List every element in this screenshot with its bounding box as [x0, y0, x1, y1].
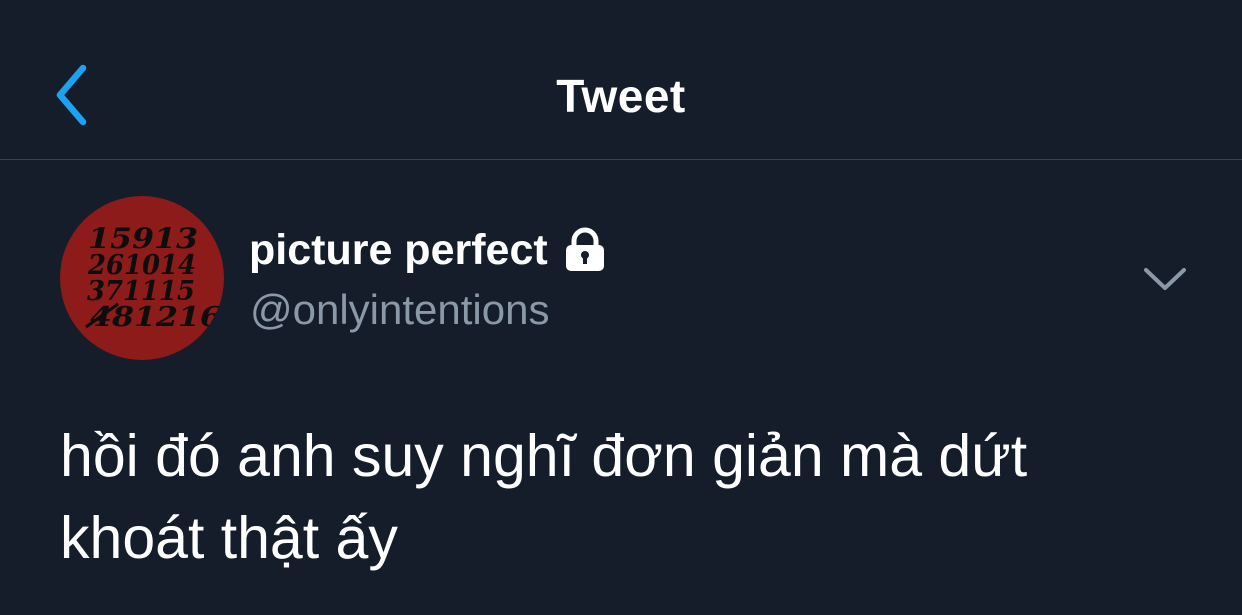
chevron-down-icon	[1144, 268, 1186, 290]
page-title: Tweet	[556, 70, 686, 122]
lock-icon	[562, 227, 608, 273]
avatar[interactable]: 15913 261014 371115 481216	[60, 196, 224, 360]
tweet-text: hồi đó anh suy nghĩ đơn giản mà dứt khoá…	[60, 423, 1028, 571]
avatar-image: 15913 261014 371115 481216	[85, 222, 222, 333]
avatar-row-4: 481216	[90, 302, 222, 333]
author-name-row[interactable]: picture perfect	[249, 222, 608, 278]
tweet-options-button[interactable]	[1140, 258, 1190, 298]
author-handle[interactable]: @onlyintentions	[250, 284, 549, 336]
author-display-name[interactable]: picture perfect	[249, 222, 548, 278]
top-navigation-bar: Tweet	[0, 0, 1242, 160]
